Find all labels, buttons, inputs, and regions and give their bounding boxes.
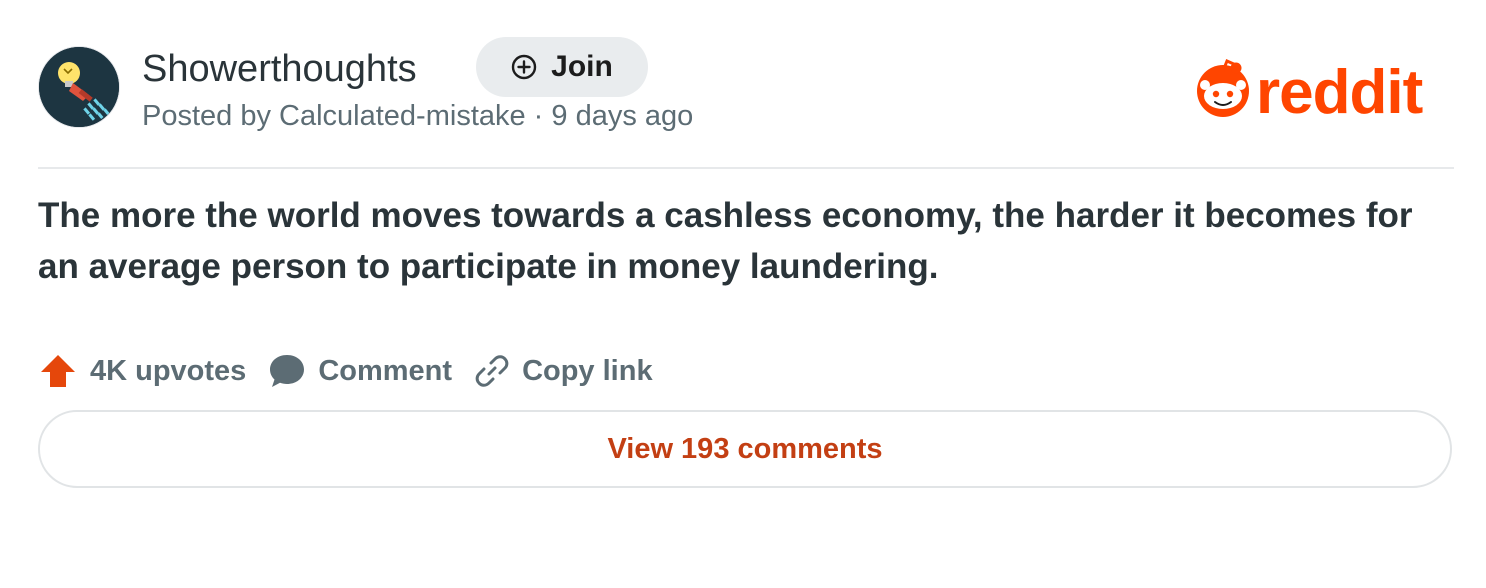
action-bar: 4K upvotes Comment Copy link <box>38 346 675 396</box>
post-meta: Posted by Calculated-mistake · 9 days ag… <box>142 100 694 132</box>
comment-button[interactable]: Comment <box>268 352 452 390</box>
comment-bubble-icon <box>270 355 305 387</box>
post-header: Showerthoughts Join Posted by Calculated… <box>38 37 1454 134</box>
reddit-wordmark: reddit <box>1256 58 1423 121</box>
comment-label: Comment <box>318 354 453 387</box>
lightbulb-shower-icon <box>39 47 119 127</box>
join-button[interactable]: Join <box>476 37 648 97</box>
view-comments-button[interactable]: View 193 comments <box>38 410 1452 488</box>
subreddit-avatar[interactable] <box>38 46 120 128</box>
upvote-button[interactable]: 4K upvotes <box>38 351 246 391</box>
post-title[interactable]: The more the world moves towards a cashl… <box>38 190 1454 292</box>
upvote-arrow-icon <box>41 355 75 387</box>
upvote-count: 4K upvotes <box>90 354 247 387</box>
link-icon <box>475 355 509 387</box>
copy-link-button[interactable]: Copy link <box>474 353 653 389</box>
copy-link-label: Copy link <box>522 354 653 387</box>
reddit-logo[interactable]: reddit <box>1192 57 1454 121</box>
reddit-snoo-icon: reddit <box>1197 58 1424 121</box>
join-label: Join <box>551 50 613 83</box>
header-divider <box>38 167 1454 169</box>
plus-circle-icon <box>511 54 537 80</box>
subreddit-name[interactable]: Showerthoughts <box>142 46 417 92</box>
post-card: Showerthoughts Join Posted by Calculated… <box>0 0 1486 588</box>
